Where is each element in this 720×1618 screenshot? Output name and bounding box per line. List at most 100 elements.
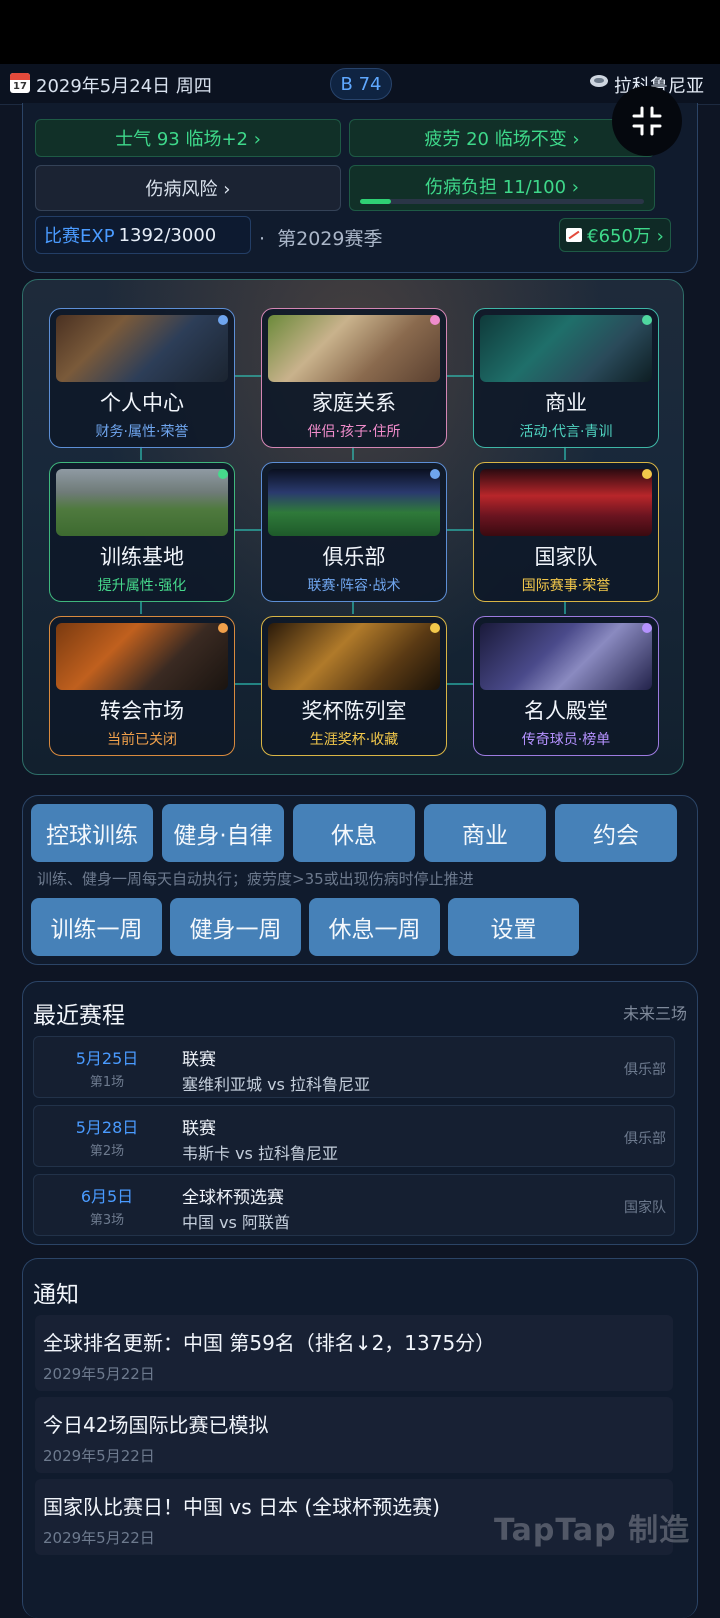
action-hint: 训练、健身一周每天自动执行；疲劳度>35或出现伤病时停止推进 xyxy=(37,870,474,888)
rating-badge[interactable]: B 74 xyxy=(330,68,392,100)
notice-panel: 通知 全球排名更新：中国 第59名（排名↓2，1375分） 2029年5月22日今… xyxy=(22,1258,698,1618)
match-date: 5月25日 xyxy=(75,1049,139,1068)
notice-date: 2029年5月22日 xyxy=(43,1365,155,1383)
stadium-icon xyxy=(590,75,608,87)
hub-card-business[interactable]: 商业活动·代言·青训 xyxy=(473,308,659,448)
train-week-button[interactable]: 训练一周 xyxy=(31,898,162,956)
hub-card-training-base[interactable]: 训练基地提升属性·强化 xyxy=(49,462,235,602)
hall-of-fame-indicator-dot xyxy=(642,623,652,633)
training-base-title: 训练基地 xyxy=(100,545,184,569)
club-indicator-dot xyxy=(430,469,440,479)
current-date: 2029年5月24日 周四 xyxy=(36,76,212,97)
player-status-panel: 士气 93 临场+2 › 疲劳 20 临场不变 › 伤病风险 › 伤病负担 11… xyxy=(22,103,698,273)
business-image xyxy=(480,315,652,382)
match-type: 俱乐部 xyxy=(624,1131,666,1147)
match-competition: 联赛 xyxy=(182,1119,216,1139)
season-label: · 第2029赛季 xyxy=(259,228,383,250)
match-round: 第2场 xyxy=(89,1144,125,1159)
match-date: 6月5日 xyxy=(80,1187,134,1206)
hub-card-personal-center[interactable]: 个人中心财务·属性·荣誉 xyxy=(49,308,235,448)
match-type: 国家队 xyxy=(624,1200,666,1216)
injury-risk-button[interactable]: 伤病风险 › xyxy=(35,165,341,211)
money-button[interactable]: €650万 › xyxy=(559,218,671,252)
training-base-image xyxy=(56,469,228,536)
hub-card-trophy-room[interactable]: 奖杯陈列室生涯奖杯·收藏 xyxy=(261,616,447,756)
match-competition: 联赛 xyxy=(182,1050,216,1070)
national-team-image xyxy=(480,469,652,536)
exp-box: 比赛EXP 1392/3000 xyxy=(35,216,251,254)
training-base-indicator-dot xyxy=(218,469,228,479)
settings-button[interactable]: 设置 xyxy=(448,898,579,956)
match-round: 第1场 xyxy=(89,1075,125,1090)
match-row[interactable]: 5月28日第2场 联赛韦斯卡 vs 拉科鲁尼亚 俱乐部 xyxy=(33,1105,675,1167)
collapse-button[interactable] xyxy=(612,86,682,156)
notice-item[interactable]: 全球排名更新：中国 第59名（排名↓2，1375分） 2029年5月22日 xyxy=(35,1315,673,1391)
family-title: 家庭关系 xyxy=(312,391,396,415)
club-image xyxy=(268,469,440,536)
notice-text: 今日42场国际比赛已模拟 xyxy=(43,1413,269,1437)
business-subtitle: 活动·代言·青训 xyxy=(519,424,613,440)
trophy-room-indicator-dot xyxy=(430,623,440,633)
exp-value: 1392/3000 xyxy=(118,224,217,246)
fitness-button[interactable]: 健身·自律 xyxy=(162,804,284,862)
status-bar-area xyxy=(0,0,720,64)
match-teams: 塞维利亚城 vs 拉科鲁尼亚 xyxy=(182,1075,370,1094)
hub-card-family[interactable]: 家庭关系伴侣·孩子·住所 xyxy=(261,308,447,448)
match-competition: 全球杯预选赛 xyxy=(182,1188,284,1208)
notice-item[interactable]: 今日42场国际比赛已模拟 2029年5月22日 xyxy=(35,1397,673,1473)
injury-load-label: 伤病负担 11/100 › xyxy=(425,177,579,198)
schedule-panel: 最近赛程 未来三场 5月25日 第1场 联赛 塞维利亚城 vs 拉科鲁尼亚 俱乐部 5月2… xyxy=(22,981,698,1245)
business-indicator-dot xyxy=(642,315,652,325)
match-teams: 中国 vs 阿联酋 xyxy=(182,1213,290,1232)
trophy-room-title: 奖杯陈列室 xyxy=(301,699,407,723)
match-row[interactable]: 6月5日第3场 全球杯预选赛 中国 vs 阿联酋 国家队 xyxy=(33,1174,675,1236)
personal-center-image xyxy=(56,315,228,382)
hall-of-fame-image xyxy=(480,623,652,690)
match-date: 5月28日 xyxy=(75,1118,139,1137)
hub-card-club[interactable]: 俱乐部 联赛·阵容·战术 xyxy=(261,462,447,602)
exp-label: 比赛EXP xyxy=(44,226,115,247)
hub-card-national-team[interactable]: 国家队 国际赛事·荣誉 xyxy=(473,462,659,602)
date-button[interactable]: 约会 xyxy=(555,804,677,862)
national-team-subtitle: 国际赛事·荣誉 xyxy=(521,578,611,594)
action-panel: 控球训练 健身·自律 休息 商业 约会 训练、健身一周每天自动执行；疲劳度>35或出现伤… xyxy=(22,795,698,965)
money-value: €650万 › xyxy=(587,226,664,247)
schedule-title: 最近赛程 xyxy=(33,1003,125,1029)
ball-control-training-button[interactable]: 控球训练 xyxy=(31,804,153,862)
morale-button[interactable]: 士气 93 临场+2 › xyxy=(35,119,341,157)
rest-week-button[interactable]: 休息一周 xyxy=(309,898,440,956)
training-base-subtitle: 提升属性·强化 xyxy=(97,578,187,594)
match-type: 俱乐部 xyxy=(624,1062,666,1078)
transfer-market-image xyxy=(56,623,228,690)
match-teams: 韦斯卡 vs 拉科鲁尼亚 xyxy=(182,1144,338,1163)
match-round: 第3场 xyxy=(89,1213,125,1228)
family-subtitle: 伴侣·孩子·住所 xyxy=(307,424,401,440)
family-indicator-dot xyxy=(430,315,440,325)
hub-card-transfer-market[interactable]: 转会市场 当前已关闭 xyxy=(49,616,235,756)
watermark: TapTap 制造 xyxy=(494,1513,691,1548)
club-title: 俱乐部 xyxy=(322,545,386,569)
fatigue-button[interactable]: 疲劳 20 临场不变 › xyxy=(349,119,655,157)
fitness-week-button[interactable]: 健身一周 xyxy=(170,898,301,956)
family-image xyxy=(268,315,440,382)
personal-center-subtitle: 财务·属性·荣誉 xyxy=(95,424,189,440)
hall-of-fame-subtitle: 传奇球员·榜单 xyxy=(521,732,611,748)
notice-text: 国家队比赛日！中国 vs 日本 (全球杯预选赛) xyxy=(43,1495,440,1519)
transfer-market-title: 转会市场 xyxy=(100,699,184,723)
top-bar: 17 2029年5月24日 周四 B 74 拉科鲁尼亚 xyxy=(0,64,720,105)
notice-title: 通知 xyxy=(33,1282,79,1308)
match-row[interactable]: 5月25日第1场 联赛塞维利亚城 vs 拉科鲁尼亚 俱乐部 xyxy=(33,1036,675,1098)
injury-load-button[interactable]: 伤病负担 11/100 › xyxy=(349,165,655,211)
national-team-indicator-dot xyxy=(642,469,652,479)
trophy-room-image xyxy=(268,623,440,690)
trophy-room-subtitle: 生涯奖杯·收藏 xyxy=(309,732,399,748)
business-title: 商业 xyxy=(545,391,587,415)
schedule-subtitle: 未来三场 xyxy=(622,1004,687,1023)
business-button[interactable]: 商业 xyxy=(424,804,546,862)
rest-button[interactable]: 休息 xyxy=(293,804,415,862)
hub-card-hall-of-fame[interactable]: 名人殿堂 传奇球员·榜单 xyxy=(473,616,659,756)
personal-center-title: 个人中心 xyxy=(100,391,184,415)
transfer-market-subtitle: 当前已关闭 xyxy=(107,732,177,748)
personal-center-indicator-dot xyxy=(218,315,228,325)
injury-load-bar xyxy=(360,199,644,204)
